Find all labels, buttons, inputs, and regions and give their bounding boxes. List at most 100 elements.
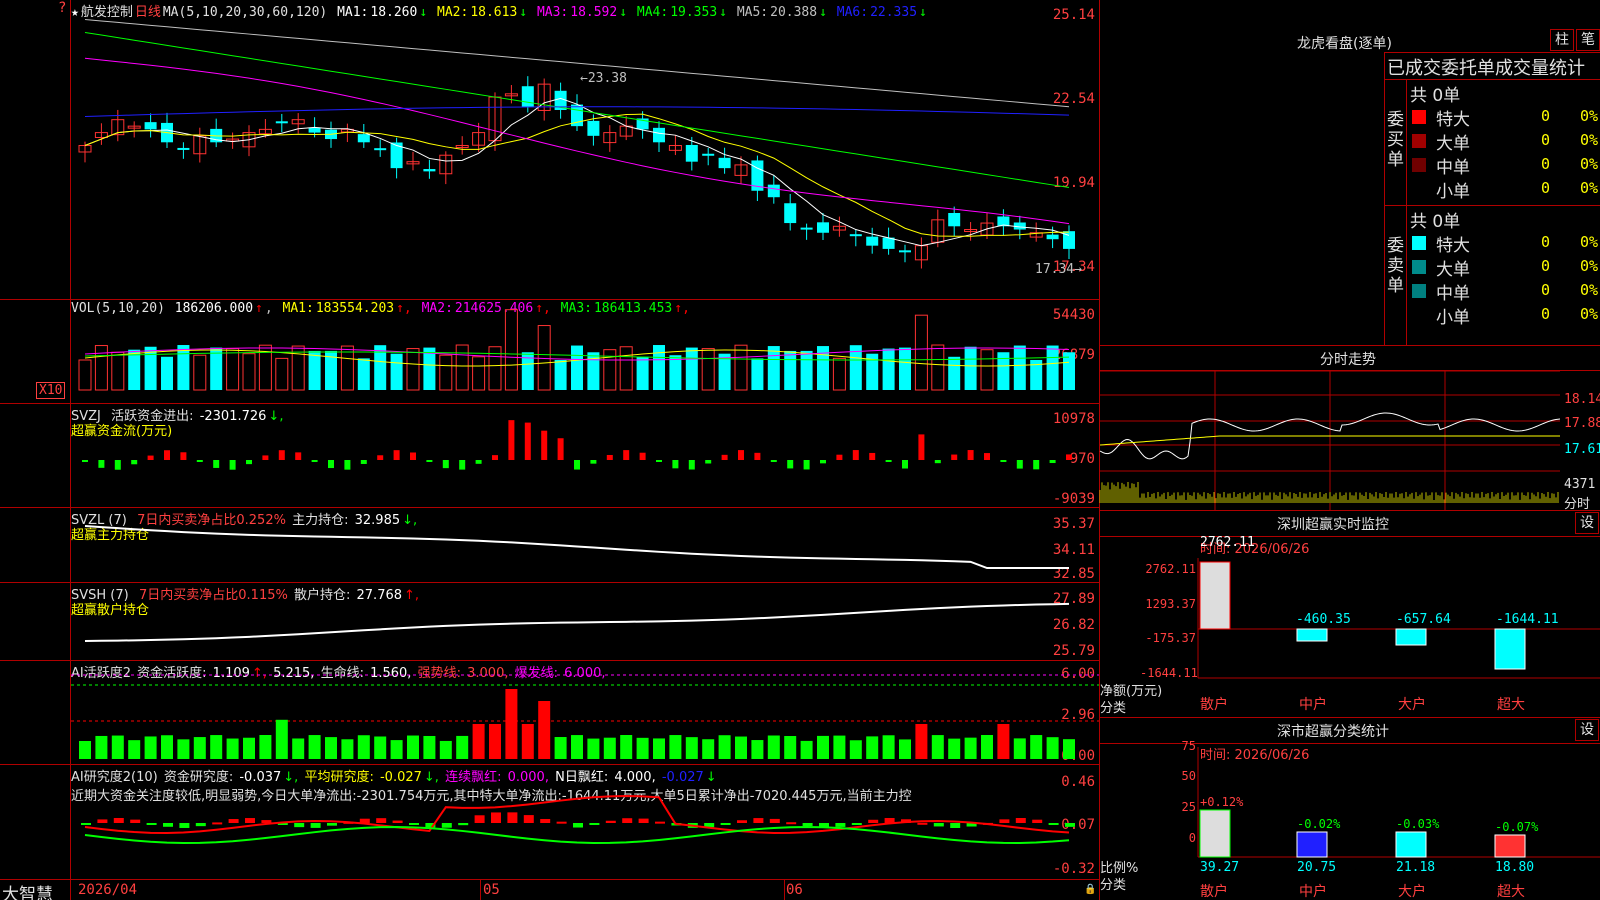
dragon-header: 已成交委托单成交量统计 — [1387, 58, 1585, 79]
color-swatch — [1412, 110, 1426, 124]
candle-body — [521, 86, 534, 107]
research-bar — [1032, 819, 1043, 823]
tick-mode-button[interactable]: 笔 — [1576, 29, 1600, 51]
research-bar — [81, 823, 91, 825]
fund-flow-bar — [1033, 460, 1040, 470]
fund-flow-bar — [524, 422, 531, 460]
main-holding-line — [84, 525, 1069, 569]
volume-bar — [554, 359, 567, 390]
fund-flow-bar — [754, 452, 761, 460]
high-label: ←23.38 — [580, 71, 627, 86]
volume-bar — [899, 347, 911, 390]
candlestick-chart[interactable] — [71, 0, 1099, 300]
candle-body — [767, 184, 780, 198]
activity-bar — [882, 735, 895, 759]
fund-flow-bar — [196, 460, 203, 462]
activity-bar — [390, 740, 403, 759]
activity-bar — [538, 701, 551, 759]
row-label: 大单 — [1436, 134, 1470, 154]
fund-flow-bar — [360, 460, 367, 464]
activity-bar — [964, 737, 977, 759]
activity-bar — [144, 736, 157, 759]
bar-mode-button[interactable]: 柱 — [1550, 29, 1574, 51]
activity-bar — [308, 735, 321, 759]
svzj-panel[interactable]: SVZJ 活跃资金进出: -2301.726 ↓, 超赢资金流(万元) 10978… — [0, 404, 1099, 508]
activity-bar — [128, 740, 141, 759]
fund-flow-bar — [98, 460, 105, 468]
fund-flow-bar — [606, 454, 613, 460]
research-bar — [458, 823, 469, 826]
volume-bar — [275, 357, 289, 391]
fund-flow-bar — [131, 460, 138, 465]
activity-bar — [1030, 735, 1043, 759]
research-bar — [130, 819, 141, 823]
fund-flow-bar — [967, 450, 974, 460]
research-bar — [146, 823, 157, 825]
volume-bar — [111, 351, 125, 391]
volume-bar — [948, 356, 961, 390]
volume-bar — [914, 314, 928, 391]
monitor-bar — [1199, 561, 1231, 630]
fund-flow-bar — [295, 452, 302, 460]
ai-research-panel[interactable]: AI研究度2(10) 资金研究度: -0.037 ↓, 平均研究度: -0.027… — [0, 765, 1099, 880]
activity-bar — [1046, 737, 1059, 759]
research-bar — [228, 819, 239, 823]
activity-bar — [95, 735, 108, 759]
fund-flow-bar — [984, 453, 990, 460]
fund-flow-bar — [393, 450, 400, 460]
candle-body — [374, 148, 387, 151]
volume-bar — [980, 349, 994, 391]
volume-bar — [340, 345, 354, 391]
activity-bar — [357, 735, 370, 759]
bar-top-value: -0.07% — [1495, 820, 1539, 834]
buy-label: 委买单 — [1387, 110, 1404, 170]
volume-panel[interactable]: VOL(5,10,20) 186206.000 ↑, MA1: 183554.203… — [0, 300, 1099, 404]
row-percent: 0% — [1579, 179, 1598, 197]
retail-holding-line — [84, 602, 1070, 642]
candle-body — [784, 203, 797, 224]
research-bar — [737, 820, 747, 823]
activity-bar — [177, 739, 190, 759]
row-label: 中单 — [1436, 158, 1470, 178]
candle-body — [177, 147, 190, 150]
fund-flow-bar — [852, 450, 859, 460]
research-bar — [507, 812, 518, 823]
research-bar — [835, 823, 846, 827]
price-panel[interactable]: ★ 航发控制 日线 MA(5,10,20,30,60,120) MA1: 18.260 ↓… — [0, 0, 1099, 300]
intraday-chart[interactable] — [1099, 370, 1600, 510]
research-bar — [327, 823, 337, 826]
row-percent: 0% — [1579, 305, 1598, 323]
fund-flow-bar — [1000, 460, 1007, 462]
lock-icon[interactable]: 🔒 — [1084, 884, 1096, 895]
svzl-panel[interactable]: SVZL (7) 7日内买卖净占比0.252% 主力持仓: 32.985 ↓, 超… — [0, 508, 1099, 583]
fund-flow-bar — [1049, 460, 1056, 464]
axis-label: 分类 — [1100, 701, 1127, 716]
volume-bar — [1046, 345, 1059, 390]
activity-bar — [653, 738, 665, 759]
fund-flow-bar — [869, 452, 876, 460]
research-bar — [605, 820, 616, 823]
candle-body — [144, 122, 157, 130]
intraday-panel[interactable]: 分时走势 18.14 17.88 17.61 4371 分时 — [1099, 345, 1600, 512]
bar-bottom-value: 39.27 — [1200, 860, 1239, 875]
activity-bar — [702, 739, 715, 759]
volume-bar — [455, 344, 469, 391]
ai-active-panel[interactable]: AI活跃度2 资金活跃度: 1.109 ↑, 5.215, 生命线: 1.560,… — [0, 661, 1099, 765]
row-label: 小单 — [1436, 308, 1470, 328]
volume-bar — [390, 353, 403, 390]
row-percent: 0% — [1579, 155, 1598, 173]
brand-logo[interactable]: 大智慧 — [2, 880, 53, 900]
svsh-panel[interactable]: SVSH (7) 7日内买卖净占比0.115% 散户持仓: 27.768 ↑, 超… — [0, 583, 1099, 661]
sell-total: 共 0单 — [1410, 212, 1461, 232]
research-bar — [245, 818, 255, 823]
question-icon[interactable]: ? — [58, 0, 66, 16]
candle-body — [357, 134, 370, 143]
ai-research-chart — [81, 794, 1075, 844]
activity-bar — [292, 738, 305, 759]
volume-bar — [439, 354, 453, 391]
activity-bar — [472, 724, 485, 759]
volume-bar — [685, 347, 698, 390]
candle-body — [1046, 234, 1059, 240]
bar-bottom-value: 20.75 — [1297, 860, 1336, 875]
candle-body — [817, 222, 829, 233]
